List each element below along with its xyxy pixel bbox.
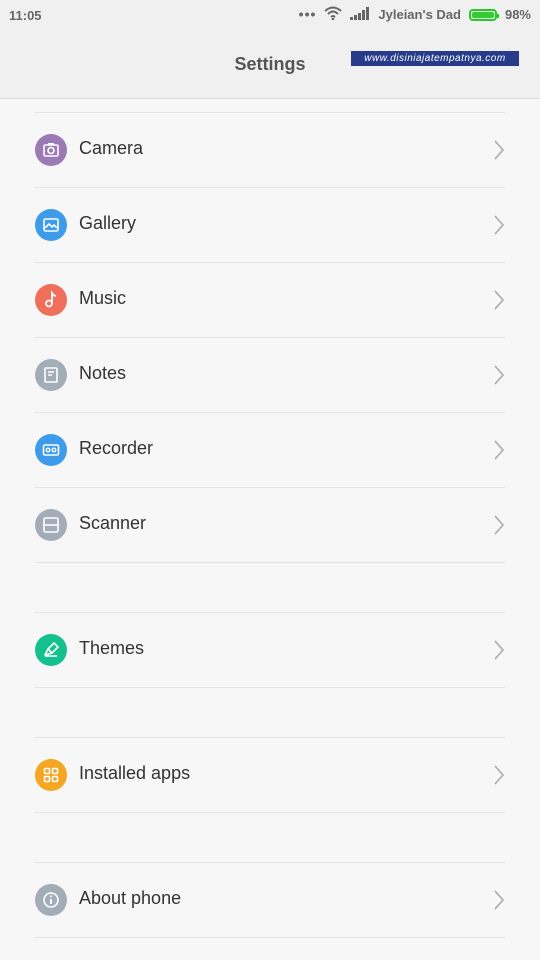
settings-item-installed-apps[interactable]: Installed apps	[0, 738, 540, 812]
more-notifications-icon: •••	[298, 5, 317, 22]
apps-grid-icon	[35, 759, 67, 791]
settings-item-label: Camera	[79, 138, 144, 158]
battery-percent: 98%	[504, 7, 531, 22]
settings-item-about-phone[interactable]: About phone	[0, 863, 540, 937]
chevron-right-icon	[493, 290, 505, 310]
chevron-right-icon	[493, 890, 505, 910]
chevron-right-icon	[493, 515, 505, 535]
scanner-icon	[35, 509, 67, 541]
settings-item-themes[interactable]: Themes	[0, 613, 540, 687]
divider	[35, 937, 505, 938]
watermark: www.disiniajatempatnya.com	[351, 51, 519, 66]
settings-item-recorder[interactable]: Recorder	[0, 413, 540, 487]
battery-icon	[468, 8, 499, 21]
chevron-right-icon	[493, 765, 505, 785]
settings-item-label: Themes	[79, 638, 145, 658]
settings-item-notes[interactable]: Notes	[0, 338, 540, 412]
settings-item-label: Music	[79, 288, 127, 308]
info-icon	[35, 884, 67, 916]
settings-item-label: Notes	[79, 363, 127, 383]
chevron-right-icon	[493, 640, 505, 660]
settings-list: Camera Gallery Music Notes Recorder Scan…	[0, 98, 540, 938]
music-icon	[35, 284, 67, 316]
battery-fill	[471, 11, 494, 18]
settings-item-camera[interactable]: Camera	[0, 113, 540, 187]
themes-icon	[35, 634, 67, 666]
settings-item-gallery[interactable]: Gallery	[0, 188, 540, 262]
settings-item-scanner[interactable]: Scanner	[0, 488, 540, 562]
chevron-right-icon	[493, 440, 505, 460]
status-right-group: ••• Jyleian's Dad 98%	[299, 6, 531, 23]
wifi-icon	[324, 6, 343, 23]
settings-item-label: Gallery	[79, 213, 137, 233]
chevron-right-icon	[493, 365, 505, 385]
chevron-right-icon	[493, 140, 505, 160]
settings-item-label: About phone	[79, 888, 182, 908]
settings-item-music[interactable]: Music	[0, 263, 540, 337]
status-time: 11:05	[9, 8, 42, 23]
title-bar: Settings www.disiniajatempatnya.com	[0, 32, 540, 99]
recorder-icon	[35, 434, 67, 466]
settings-item-label: Scanner	[79, 513, 147, 533]
chevron-right-icon	[493, 215, 505, 235]
notes-icon	[35, 359, 67, 391]
signal-icon	[350, 6, 370, 23]
camera-icon	[35, 134, 67, 166]
gallery-icon	[35, 209, 67, 241]
status-bar: 11:05 ••• Jyleian's Dad 98%	[0, 0, 540, 32]
settings-item-label: Recorder	[79, 438, 154, 458]
settings-item-label: Installed apps	[79, 763, 191, 783]
carrier-name: Jyleian's Dad	[378, 7, 461, 22]
